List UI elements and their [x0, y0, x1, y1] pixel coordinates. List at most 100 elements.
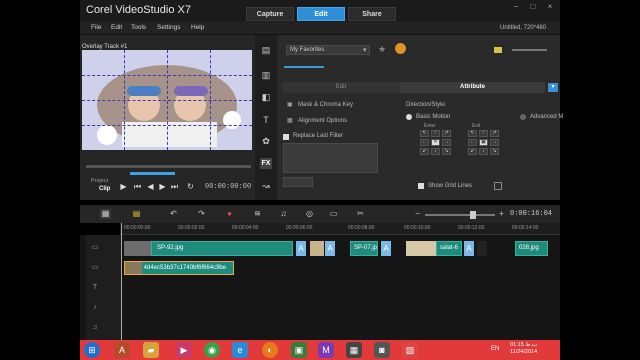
media-player-icon[interactable]: ▶ — [176, 342, 192, 358]
menu-edit[interactable]: Edit — [111, 24, 122, 31]
media-icon[interactable]: ▤ — [260, 45, 272, 56]
trim-bar[interactable] — [130, 172, 175, 175]
alignment-options-button[interactable]: Alignment Options — [298, 118, 347, 124]
enter-top-right-icon[interactable]: ↗ — [442, 130, 451, 137]
end-icon[interactable]: ⏭ — [170, 182, 179, 191]
enter-bottom-right-icon[interactable]: ↘ — [442, 148, 451, 155]
repeat-icon[interactable]: ↻ — [186, 182, 195, 191]
graphic-icon[interactable]: ✿ — [260, 136, 272, 147]
transition-icon[interactable]: A — [325, 241, 335, 256]
exit-top-right-icon[interactable]: ↗ — [490, 130, 499, 137]
enter-top-icon[interactable]: ↑ — [431, 130, 440, 137]
home-icon[interactable]: ⏮ — [133, 182, 142, 191]
enter-right-icon[interactable]: → — [442, 139, 451, 146]
language-indicator[interactable]: EN — [491, 346, 499, 352]
overlay-clip[interactable]: 4d4ec53b37c1740bf6f664c9be — [124, 261, 234, 275]
options-collapse-icon[interactable]: ▾ — [548, 83, 558, 92]
exit-center-icon[interactable]: ▣ — [479, 139, 488, 146]
music-track-icon[interactable]: ♫ — [90, 323, 100, 333]
next-frame-icon[interactable]: ▶ — [158, 182, 167, 191]
title-icon[interactable]: T — [260, 115, 272, 126]
path-icon[interactable]: ↝ — [260, 181, 272, 192]
menu-settings[interactable]: Settings — [157, 24, 181, 31]
auto-music-icon[interactable]: ♫ — [278, 209, 289, 219]
chevron-down-icon[interactable]: ▾ — [363, 46, 367, 54]
minimize-icon[interactable]: − — [511, 2, 521, 11]
enter-center-icon[interactable]: ✕ — [431, 139, 440, 146]
show-grid-lines-checkbox[interactable] — [418, 183, 424, 189]
menu-file[interactable]: File — [91, 24, 101, 31]
replace-filter-checkbox[interactable] — [283, 134, 289, 140]
camera-icon[interactable]: ◙ — [374, 342, 390, 358]
close-icon[interactable]: × — [545, 2, 555, 11]
star-icon[interactable]: ★ — [378, 44, 386, 55]
folder-icon[interactable]: ▰ — [143, 342, 159, 358]
motion-tracking-icon[interactable]: ◎ — [304, 209, 315, 219]
system-clock[interactable]: 01:15 ب.ظ 11/24/2014 — [510, 342, 537, 356]
exit-top-left-icon[interactable]: ↖ — [468, 130, 477, 137]
timeline-duration[interactable]: 0:00:16:04 — [510, 210, 552, 218]
filter-list[interactable] — [283, 143, 378, 173]
overlay-track-icon[interactable]: ▭ — [90, 263, 100, 273]
preview-timecode[interactable]: 00:00:00:00 — [205, 183, 251, 191]
undo-icon[interactable]: ↶ — [168, 209, 179, 219]
pdf-reader-icon[interactable]: A — [114, 342, 130, 358]
scrubber-bar[interactable] — [86, 165, 251, 168]
exit-top-icon[interactable]: ↑ — [479, 130, 488, 137]
tab-options-edit[interactable]: Edit — [282, 82, 400, 93]
prev-frame-icon[interactable]: ◀ — [146, 182, 155, 191]
zoom-out-icon[interactable]: − — [412, 209, 423, 219]
enter-left-icon[interactable]: ← — [420, 139, 429, 146]
transition-icon[interactable]: A — [296, 241, 306, 256]
exit-bottom-left-icon[interactable]: ↙ — [468, 148, 477, 155]
play-icon[interactable]: ▶ — [119, 182, 128, 191]
visual-studio-icon[interactable]: M — [318, 342, 334, 358]
video-clip[interactable]: SP-92.jpg — [151, 241, 293, 256]
exit-bottom-right-icon[interactable]: ↘ — [490, 148, 499, 155]
enter-bottom-icon[interactable]: ↓ — [431, 148, 440, 155]
import-icon[interactable] — [395, 43, 406, 54]
app-icon[interactable]: ▣ — [291, 342, 307, 358]
video-track-icon[interactable]: ▭ — [90, 243, 100, 253]
view-icon[interactable] — [494, 47, 502, 53]
tab-capture[interactable]: Capture — [246, 7, 294, 21]
transition-icon[interactable]: A — [464, 241, 474, 256]
exit-right-icon[interactable]: → — [490, 139, 499, 146]
sound-mixer-icon[interactable]: ≋ — [252, 209, 263, 219]
mode-project[interactable]: Project — [91, 178, 108, 184]
exit-bottom-icon[interactable]: ↓ — [479, 148, 488, 155]
tab-edit[interactable]: Edit — [297, 7, 345, 21]
customize-filter-button[interactable] — [283, 177, 313, 187]
mask-chroma-key-button[interactable]: Mask & Chroma Key — [298, 102, 353, 108]
videostudio-icon[interactable]: ▦ — [346, 342, 362, 358]
video-clip[interactable]: salat-6 — [436, 241, 462, 256]
redo-icon[interactable]: ↷ — [196, 209, 207, 219]
enter-top-left-icon[interactable]: ↖ — [420, 130, 429, 137]
advanced-motion-radio[interactable] — [520, 114, 526, 120]
transition-icon[interactable]: ◧ — [260, 92, 272, 103]
playhead[interactable] — [121, 223, 122, 340]
mode-clip[interactable]: Clip — [99, 186, 110, 192]
video-clip[interactable]: SP-07.jp — [350, 241, 378, 256]
video-clip[interactable]: 028.jpg — [515, 241, 548, 256]
grid-options-icon[interactable] — [494, 182, 502, 190]
menu-tools[interactable]: Tools — [131, 24, 146, 31]
exit-left-icon[interactable]: ← — [468, 139, 477, 146]
chrome-icon[interactable]: ◉ — [204, 342, 220, 358]
maximize-icon[interactable]: □ — [528, 2, 538, 11]
menu-help[interactable]: Help — [191, 24, 204, 31]
explorer-icon[interactable]: e — [232, 342, 248, 358]
thumbnail-size-slider[interactable] — [512, 49, 547, 51]
record-capture-icon[interactable]: ● — [224, 209, 235, 219]
subtitle-editor-icon[interactable]: ▭ — [328, 209, 339, 219]
timeline-view-icon[interactable]: ▤ — [131, 209, 142, 219]
zoom-slider[interactable] — [425, 214, 495, 216]
storyboard-view-icon[interactable]: ▦ — [100, 209, 111, 219]
enter-bottom-left-icon[interactable]: ↙ — [420, 148, 429, 155]
instant-project-icon[interactable]: ▥ — [260, 70, 272, 81]
filter-fx-icon[interactable]: FX — [260, 158, 272, 169]
zoom-in-icon[interactable]: + — [496, 209, 507, 219]
title-track-icon[interactable]: T — [90, 283, 100, 293]
multi-trim-icon[interactable]: ✂ — [355, 209, 366, 219]
favorites-select[interactable]: My Favorites — [286, 45, 370, 55]
